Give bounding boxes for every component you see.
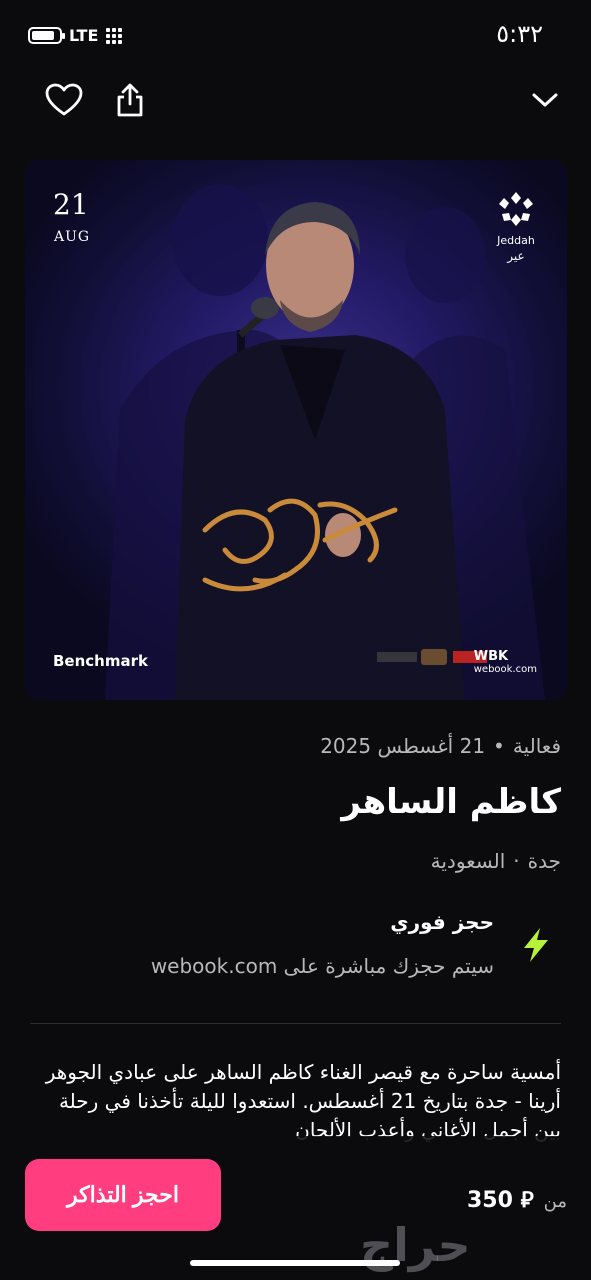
bottom-bar: حراج احجز التذاكر من 350 ⃁ <box>0 1136 591 1280</box>
event-title: كاظم الساهر <box>341 782 561 822</box>
battery-icon <box>28 27 65 44</box>
jeddah-logo-subtext: عير <box>507 249 525 263</box>
webook-logo: WBK webook.com <box>474 649 537 675</box>
instant-booking-subtitle: سيتم حجزك مباشرة على webook.com <box>150 954 494 978</box>
heart-icon <box>45 83 83 116</box>
chevron-down-icon <box>532 93 558 107</box>
share-icon <box>117 83 143 117</box>
lightning-icon <box>524 928 548 962</box>
price-display: من 350 ⃁ <box>467 1186 567 1214</box>
event-location: جدة · السعودية <box>431 849 561 873</box>
event-poster: 21 AUG Jeddah عير Benchmark WBK webook.c… <box>25 160 567 700</box>
network-label: LTE <box>69 26 99 45</box>
instant-booking-title: حجز فوري <box>390 910 494 934</box>
sponsor-logos-icon <box>377 649 487 665</box>
status-bar: LTE ٥:٣٢ <box>0 0 591 70</box>
event-country: السعودية <box>430 849 506 873</box>
signal-icon <box>106 28 126 44</box>
event-date: 21 أغسطس 2025 <box>320 734 486 758</box>
jeddah-logo-icon <box>499 192 533 226</box>
home-indicator[interactable] <box>190 1260 400 1266</box>
price-value: 350 ⃁ <box>467 1188 534 1213</box>
share-button[interactable] <box>108 78 152 122</box>
poster-date-month: AUG <box>54 229 91 245</box>
event-meta: فعالية • 21 أغسطس 2025 <box>320 734 561 758</box>
sponsor-logos <box>377 647 487 667</box>
benchmark-logo: Benchmark <box>53 652 148 670</box>
jeddah-logo-text: Jeddah <box>497 234 535 247</box>
favorite-button[interactable] <box>42 78 86 122</box>
close-button[interactable] <box>523 78 567 122</box>
separator-dot: • <box>493 734 505 758</box>
divider <box>30 1023 561 1024</box>
book-tickets-button[interactable]: احجز التذاكر <box>25 1159 221 1231</box>
status-time: ٥:٣٢ <box>496 20 543 48</box>
separator-dot: · <box>513 849 520 873</box>
jeddah-logo: Jeddah عير <box>491 190 541 263</box>
wbk-label: WBK <box>473 649 509 664</box>
event-city: جدة <box>527 849 561 873</box>
webook-label: webook.com <box>473 664 537 675</box>
poster-date-day: 21 <box>53 188 89 221</box>
singer-artwork <box>105 184 545 700</box>
price-prefix: من <box>543 1191 567 1212</box>
event-category: فعالية <box>512 734 561 758</box>
event-description: أمسية ساحرة مع قيصر الغناء كاظم الساهر ع… <box>45 1060 561 1142</box>
